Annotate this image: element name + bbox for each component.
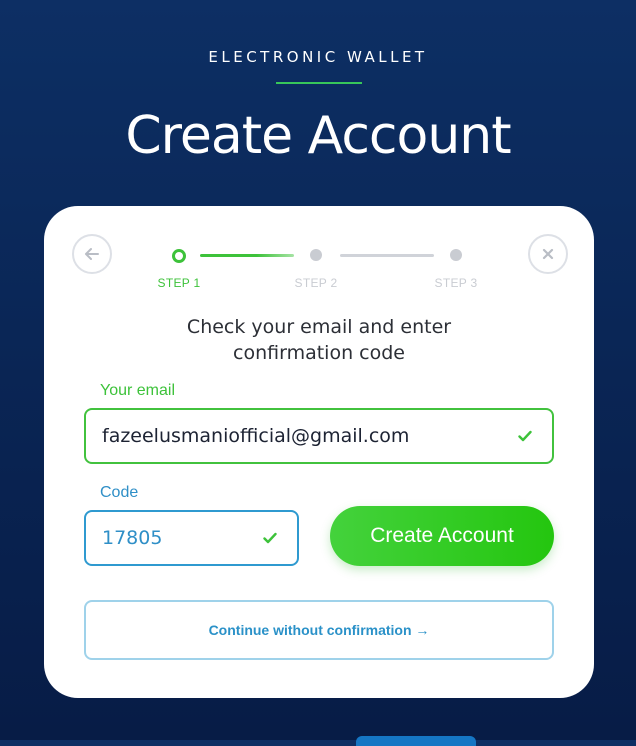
close-button[interactable] <box>528 234 568 274</box>
continue-without-confirmation-button[interactable]: Continue without confirmation → <box>84 600 554 660</box>
email-field-wrapper <box>84 408 554 464</box>
arrow-left-icon <box>85 248 99 260</box>
step-1-indicator <box>172 249 186 263</box>
instructions-line-1: Check your email and enter <box>186 316 452 338</box>
create-account-button[interactable]: Create Account <box>330 506 554 566</box>
eyebrow-divider <box>276 82 362 84</box>
step-3-label: STEP 3 <box>434 276 478 290</box>
checkmark-icon <box>257 532 283 544</box>
page-title: Create Account <box>125 106 511 166</box>
progress-stepper: STEP 1 STEP 2 STEP 3 <box>158 244 477 304</box>
step-2-indicator <box>310 249 322 261</box>
instructions-line-2: confirmation code <box>233 342 405 364</box>
close-icon <box>542 248 554 260</box>
bottom-element-peek <box>356 736 476 746</box>
step-3-indicator <box>450 249 462 261</box>
email-field[interactable] <box>86 410 512 462</box>
step-2-label: STEP 2 <box>294 276 338 290</box>
instructions-text: Check your email and enter confirmation … <box>44 314 594 366</box>
step-1-label: STEP 1 <box>157 276 201 290</box>
code-field-wrapper <box>84 510 299 566</box>
email-label: Your email <box>100 382 176 399</box>
code-field[interactable] <box>86 512 257 564</box>
create-account-card: STEP 1 STEP 2 STEP 3 Check your email an… <box>44 206 594 698</box>
code-label: Code <box>100 484 139 501</box>
back-button[interactable] <box>72 234 112 274</box>
step-1-progress-line <box>200 254 294 257</box>
app-eyebrow-title: ELECTRONIC WALLET <box>208 48 428 66</box>
checkmark-icon <box>512 430 538 442</box>
step-2-progress-line <box>340 254 434 257</box>
